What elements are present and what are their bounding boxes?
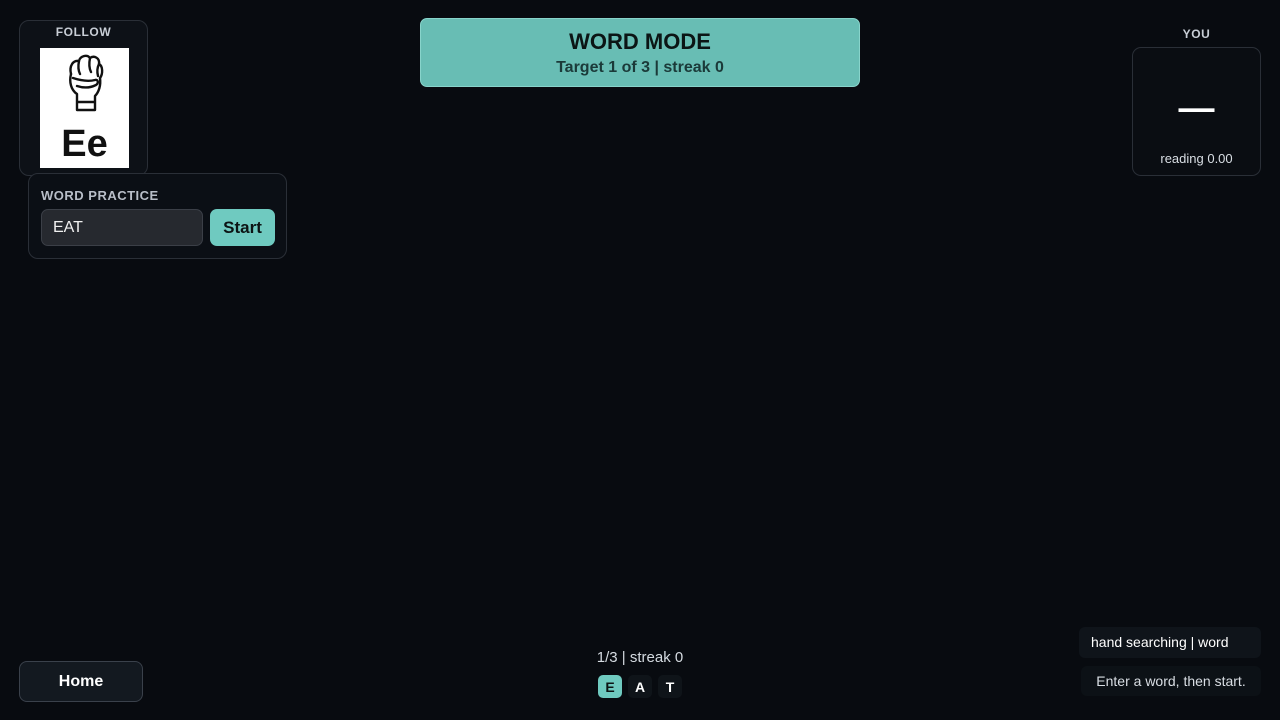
- mode-title: WORD MODE: [569, 29, 711, 54]
- you-label: YOU: [1182, 27, 1211, 41]
- mode-subtitle: Target 1 of 3 | streak 0: [556, 59, 724, 76]
- reading-value: reading 0.00: [1160, 151, 1233, 166]
- word-letters: E A T: [598, 675, 682, 698]
- word-practice-panel: WORD PRACTICE Start: [28, 173, 287, 259]
- detected-letter: —: [1178, 87, 1215, 128]
- word-input[interactable]: [41, 209, 203, 246]
- start-button[interactable]: Start: [210, 209, 275, 246]
- letter-chip: T: [658, 675, 682, 698]
- letter-chip: A: [628, 675, 652, 698]
- status-badge: hand searching | word: [1079, 627, 1261, 658]
- sign-letter: Ee: [61, 123, 108, 165]
- home-button[interactable]: Home: [19, 661, 143, 702]
- you-card: — reading 0.00: [1132, 47, 1261, 176]
- follow-label: FOLLOW: [55, 25, 112, 39]
- mode-banner: WORD MODE Target 1 of 3 | streak 0: [420, 18, 860, 87]
- sign-reference-card: Ee: [40, 48, 129, 168]
- hint-text: Enter a word, then start.: [1081, 666, 1261, 696]
- letter-chip: E: [598, 675, 622, 698]
- follow-card: FOLLOW Ee: [19, 20, 148, 176]
- progress-text: 1/3 | streak 0: [596, 649, 684, 666]
- fist-hand-sign-icon: [69, 54, 104, 112]
- word-practice-title: WORD PRACTICE: [41, 188, 159, 203]
